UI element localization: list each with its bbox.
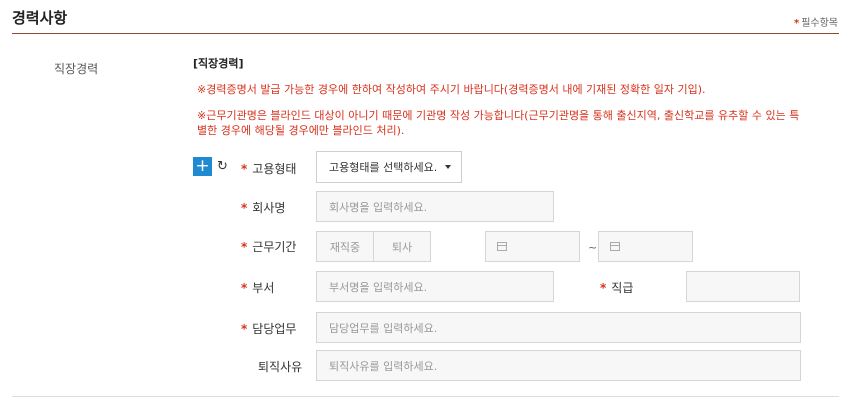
required-note-text: 필수항목 bbox=[801, 18, 838, 29]
leave-reason-input[interactable]: 퇴직사유를 입력하세요. bbox=[316, 350, 801, 381]
employment-type-select[interactable]: 고용형태를 선택하세요. bbox=[316, 151, 462, 183]
required-star: * bbox=[600, 281, 607, 295]
position-label-text: 직급 bbox=[611, 281, 634, 295]
required-star: * bbox=[241, 281, 248, 295]
duties-input[interactable]: 담당업무를 입력하세요. bbox=[316, 312, 801, 343]
leave-reason-label: 퇴직사유 bbox=[258, 358, 302, 375]
period-label: * 근무기간 bbox=[241, 238, 296, 255]
position-label: * 직급 bbox=[600, 279, 633, 296]
required-note: * 필수항목 bbox=[794, 14, 838, 29]
calendar-icon bbox=[497, 242, 507, 251]
end-date-input[interactable] bbox=[598, 231, 693, 262]
company-label-text: 회사명 bbox=[252, 201, 286, 215]
department-label-text: 부서 bbox=[252, 281, 275, 295]
department-label: * 부서 bbox=[241, 279, 274, 296]
calendar-icon bbox=[610, 242, 620, 251]
period-label-text: 근무기간 bbox=[252, 240, 297, 254]
career-subheading: [직장경력] bbox=[193, 57, 244, 70]
section-bottom-divider bbox=[12, 396, 839, 397]
required-star: * bbox=[241, 162, 248, 176]
required-star: * bbox=[793, 18, 800, 29]
employed-toggle[interactable]: 재직중 bbox=[316, 231, 374, 262]
employed-label: 재직중 bbox=[329, 240, 361, 254]
section-divider bbox=[12, 33, 839, 34]
resigned-label: 퇴사 bbox=[391, 240, 413, 254]
company-placeholder: 회사명을 입력하세요. bbox=[329, 200, 428, 214]
required-star: * bbox=[241, 201, 248, 215]
notice-blind: ※근무기관명은 블라인드 대상이 아니기 때문에 기관명 작성 가능합니다(근무… bbox=[197, 109, 800, 137]
department-input[interactable]: 부서명을 입력하세요. bbox=[316, 271, 554, 302]
notice-certificate: ※경력증명서 발급 가능한 경우에 한하여 작성하여 주시기 바랍니다(경력증명… bbox=[197, 83, 706, 96]
company-input[interactable]: 회사명을 입력하세요. bbox=[316, 191, 554, 222]
position-input[interactable] bbox=[686, 271, 800, 302]
reset-icon[interactable]: ↻ bbox=[214, 157, 231, 176]
required-star: * bbox=[241, 240, 248, 254]
leave-reason-placeholder: 퇴직사유를 입력하세요. bbox=[329, 359, 438, 373]
duties-placeholder: 담당업무를 입력하세요. bbox=[329, 321, 438, 335]
resigned-toggle[interactable]: 퇴사 bbox=[373, 231, 431, 262]
caret-down-icon bbox=[445, 165, 451, 169]
employment-type-label: * 고용형태 bbox=[241, 160, 296, 177]
add-career-button[interactable]: + bbox=[193, 157, 212, 176]
duties-label: * 담당업무 bbox=[241, 320, 296, 337]
date-range-separator: ~ bbox=[588, 241, 598, 254]
duties-label-text: 담당업무 bbox=[252, 322, 297, 336]
employment-type-selected: 고용형태를 선택하세요. bbox=[329, 161, 438, 174]
company-label: * 회사명 bbox=[241, 199, 285, 216]
department-placeholder: 부서명을 입력하세요. bbox=[329, 280, 428, 294]
section-title: 경력사항 bbox=[12, 9, 68, 27]
employment-type-label-text: 고용형태 bbox=[252, 162, 297, 176]
row-label-career: 직장경력 bbox=[54, 62, 99, 76]
required-star: * bbox=[241, 322, 248, 336]
start-date-input[interactable] bbox=[485, 231, 580, 262]
leave-reason-label-text: 퇴직사유 bbox=[258, 360, 303, 374]
